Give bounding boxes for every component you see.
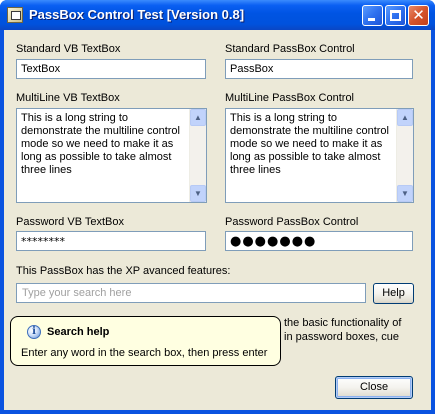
window-icon[interactable] [7,7,23,23]
maximize-button[interactable] [385,5,406,26]
vertical-scrollbar[interactable]: ▲ ▼ [189,109,206,202]
maximize-icon [390,10,401,21]
multiline-vb-text: This is a long string to demonstrate the… [21,112,180,176]
standard-vb-textbox[interactable]: TextBox [16,59,206,79]
password-vb-textbox[interactable]: ******** [16,231,206,251]
scroll-down-button[interactable]: ▼ [190,185,206,202]
minimize-icon [368,18,375,21]
arrow-up-icon: ▲ [401,113,409,122]
xp-description: the basic functionality of in password b… [284,316,424,344]
multiline-vb-textbox-label: MultiLine VB TextBox [16,92,120,104]
password-passbox-label: Password PassBox Control [225,216,359,228]
title-bar[interactable]: PassBox Control Test [Version 0.8] ✕ [0,0,435,30]
multiline-vb-textbox[interactable]: This is a long string to demonstrate the… [16,108,207,203]
standard-passbox-label: Standard PassBox Control [225,43,355,55]
info-icon: i [27,325,41,339]
scroll-up-button[interactable]: ▲ [190,109,206,126]
close-window-button[interactable]: ✕ [408,5,429,26]
balloon-text: Enter any word in the search box, then p… [21,347,268,359]
close-icon: ✕ [412,6,425,24]
arrow-down-icon: ▼ [401,189,409,198]
multiline-passbox-label: MultiLine PassBox Control [225,92,355,104]
xp-features-label: This PassBox has the XP avanced features… [16,265,231,277]
arrow-down-icon: ▼ [194,189,202,198]
scroll-down-button[interactable]: ▼ [397,185,413,202]
multiline-passbox-control[interactable]: This is a long string to demonstrate the… [225,108,414,203]
multiline-passbox-text: This is a long string to demonstrate the… [230,112,389,176]
balloon-title: Search help [47,326,110,338]
password-passbox-control[interactable]: ●●●●●●● [225,231,413,251]
search-help-balloon: i Search help Enter any word in the sear… [10,316,281,366]
dialog-client-area: Standard VB TextBox TextBox Standard Pas… [4,30,431,410]
search-input[interactable]: Type your search here [16,283,366,303]
standard-passbox-control[interactable]: PassBox [225,59,413,79]
window-title: PassBox Control Test [Version 0.8] [29,7,245,22]
arrow-up-icon: ▲ [194,113,202,122]
scroll-up-button[interactable]: ▲ [397,109,413,126]
close-button[interactable]: Close [335,376,413,399]
standard-vb-textbox-label: Standard VB TextBox [16,43,121,55]
xp-description-line1: the basic functionality of [284,317,402,329]
minimize-button[interactable] [362,5,383,26]
xp-description-line2: in password boxes, cue [284,331,399,343]
password-vb-textbox-label: Password VB TextBox [16,216,125,228]
app-window: PassBox Control Test [Version 0.8] ✕ Sta… [0,0,435,414]
vertical-scrollbar[interactable]: ▲ ▼ [396,109,413,202]
help-button[interactable]: Help [373,283,414,304]
